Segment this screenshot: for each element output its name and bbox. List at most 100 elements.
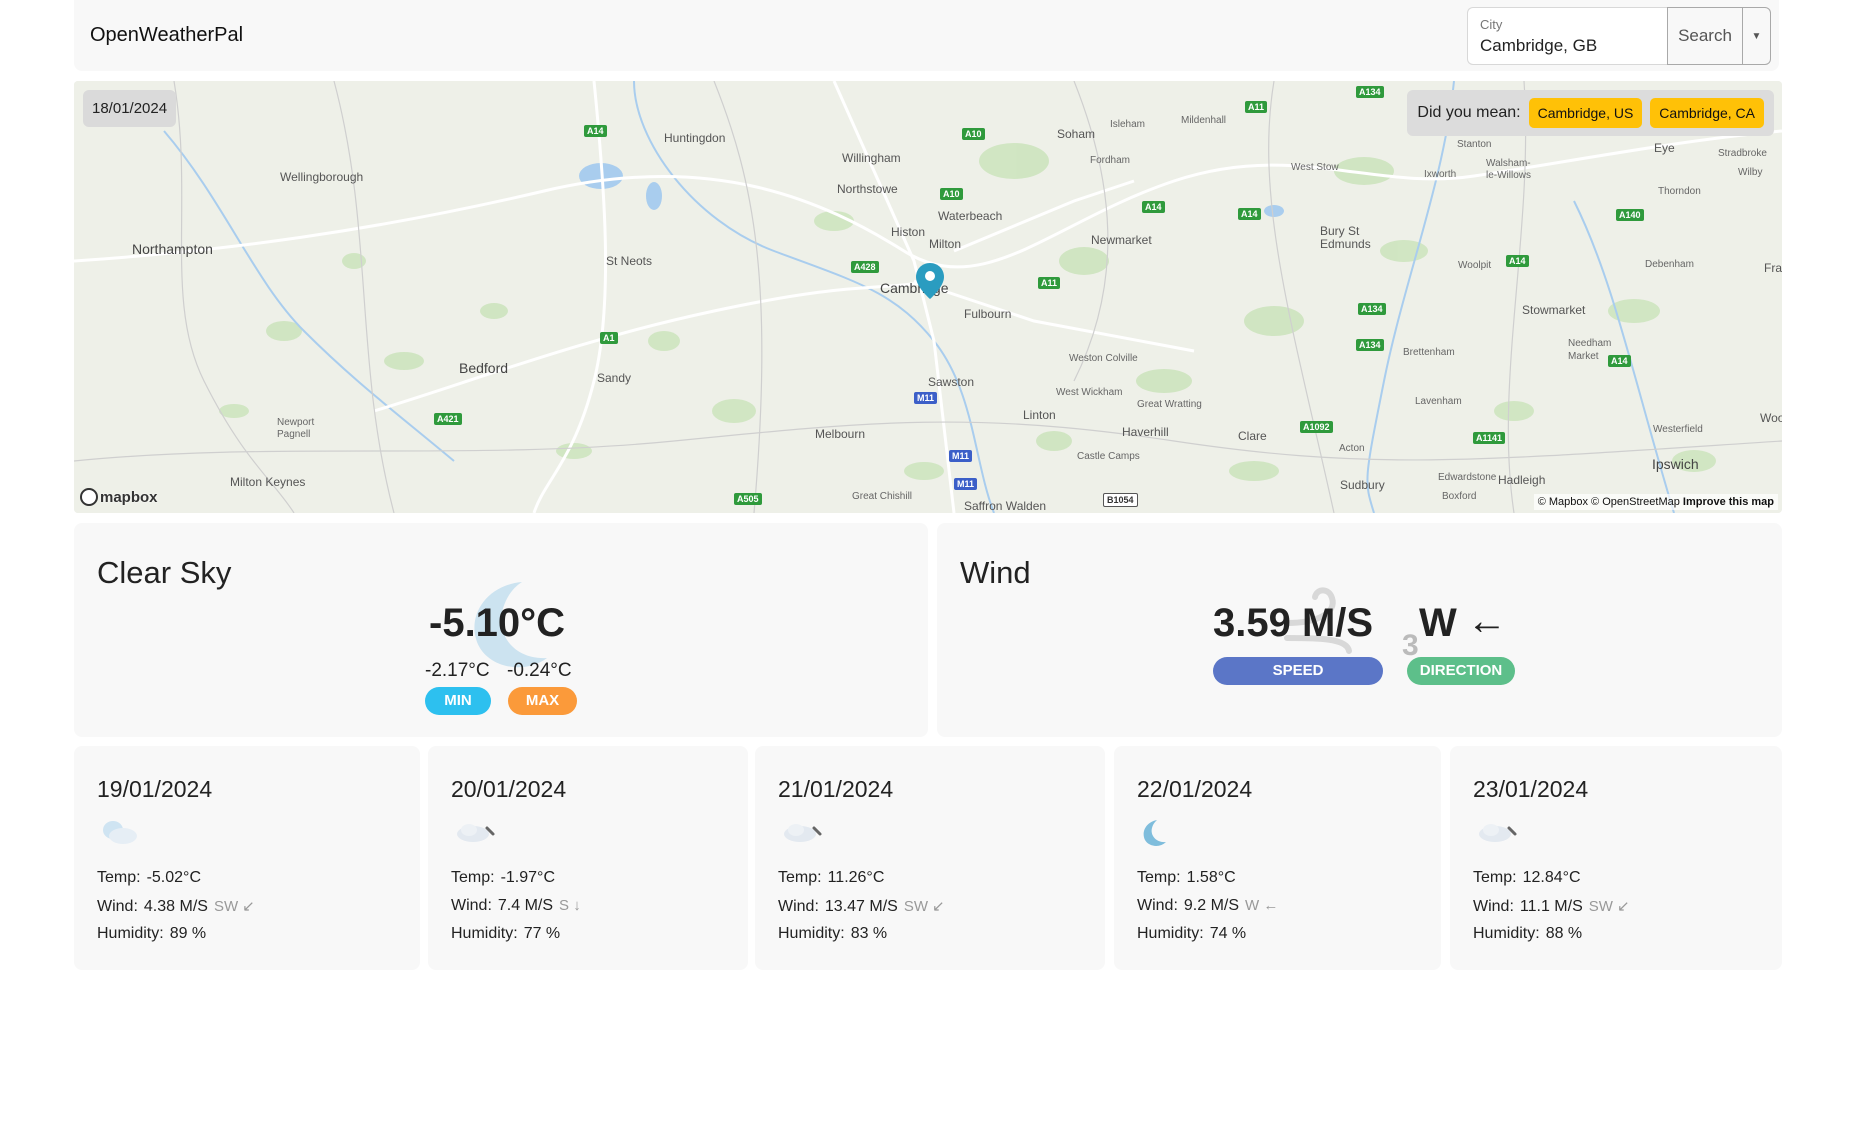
temp-value: -5.02°C <box>146 869 201 886</box>
forecast-date: 19/01/2024 <box>97 776 213 802</box>
forecast-wind-row: Wind: 13.47 M/S SW ↙ <box>778 897 945 916</box>
road-shield: A14 <box>584 125 607 137</box>
place-label: Soham <box>1057 127 1096 141</box>
search-dropdown-button[interactable]: ▼ <box>1743 7 1771 65</box>
temp-value: -1.97°C <box>500 869 555 886</box>
place-label: Wilby <box>1738 167 1763 178</box>
forecast-wind-row: Wind: 4.38 M/S SW ↙ <box>97 897 255 916</box>
temp-key: Temp: <box>451 869 495 886</box>
place-label: Edwardstone <box>1438 472 1497 483</box>
forecast-date: 22/01/2024 <box>1137 776 1253 802</box>
place-label: Waterbeach <box>938 209 1003 223</box>
place-label: Huntingdon <box>664 131 726 145</box>
map-view[interactable]: Northampton Wellingborough Huntingdon Wi… <box>74 81 1782 513</box>
forecast-card: 23/01/2024 Temp: 12.84°C Wind: 11.1 M/S SW … <box>1450 746 1782 970</box>
forecast-humidity-row: Humidity: 89 % <box>97 925 206 943</box>
suggestion-button[interactable]: Cambridge, CA <box>1650 98 1764 128</box>
road-shield: A134 <box>1356 86 1384 98</box>
weather-condition: Clear Sky <box>97 555 232 590</box>
place-label: Brettenham <box>1403 347 1455 358</box>
place-label: Woo <box>1760 411 1782 425</box>
road-shield: A14 <box>1608 355 1631 367</box>
humidity-value: 88 % <box>1545 925 1583 942</box>
cloud-rain-icon <box>457 824 495 842</box>
mapbox-logo[interactable]: mapbox <box>80 488 158 506</box>
road-shield: A134 <box>1358 303 1386 315</box>
wind-direction-label: SW ↙ <box>213 898 255 915</box>
place-label: Northampton <box>132 241 213 257</box>
road-shield: A11 <box>1245 101 1268 113</box>
forecast-wind-row: Wind: 7.4 M/S S ↓ <box>451 897 581 915</box>
attribution-text[interactable]: © Mapbox © OpenStreetMap <box>1538 496 1680 508</box>
humidity-key: Humidity: <box>451 925 518 942</box>
search-button[interactable]: Search <box>1667 7 1743 65</box>
place-label: Linton <box>1023 408 1056 422</box>
place-label: Fra <box>1764 261 1782 275</box>
temp-key: Temp: <box>97 869 141 886</box>
city-input[interactable]: City Cambridge, GB <box>1467 7 1667 65</box>
place-label: Sudbury <box>1340 478 1385 492</box>
place-label: Sandy <box>597 371 632 385</box>
place-label: Bury St Edmunds <box>1320 224 1371 251</box>
road-shield: M11 <box>949 450 973 462</box>
road-shield: A1092 <box>1300 421 1333 433</box>
forecast-date: 20/01/2024 <box>451 776 567 802</box>
road-shield: A421 <box>434 413 462 425</box>
wind-direction: W <box>1419 601 1457 645</box>
forecast-card: 20/01/2024 Temp: -1.97°C Wind: 7.4 M/S S ↓ … <box>428 746 748 970</box>
wind-value: 4.38 M/S <box>143 898 208 915</box>
humidity-value: 77 % <box>523 925 561 942</box>
suggestion-button[interactable]: Cambridge, US <box>1528 98 1643 128</box>
min-temp: -2.17°C <box>425 660 490 681</box>
place-label: Westerfield <box>1653 424 1703 435</box>
place-label: St Neots <box>606 254 653 268</box>
road-shield: M11 <box>954 478 978 490</box>
city-input-value[interactable]: Cambridge, GB <box>1480 36 1655 56</box>
moon-icon <box>1143 820 1166 846</box>
place-label: Great Chishill <box>852 491 913 502</box>
road-shield: A14 <box>1142 201 1165 213</box>
place-label: Ixworth <box>1424 169 1457 180</box>
place-label: Mildenhall <box>1181 115 1227 126</box>
mapbox-logo-icon <box>80 488 98 506</box>
forecast-temp-row: Temp: 12.84°C <box>1473 869 1581 887</box>
cloud-rain-icon <box>784 824 822 842</box>
place-label: Stradbroke <box>1718 148 1767 159</box>
cloud-icon <box>103 821 137 844</box>
did-you-mean-label: Did you mean: <box>1417 104 1521 121</box>
place-label: Great Wratting <box>1137 399 1202 410</box>
place-label: Haverhill <box>1122 425 1169 439</box>
city-search-group: City Cambridge, GB Search ▼ <box>1467 7 1771 65</box>
wind-value: 13.47 M/S <box>824 898 898 915</box>
place-label: Isleham <box>1110 119 1146 130</box>
wind-key: Wind: <box>778 898 819 915</box>
app-brand[interactable]: OpenWeatherPal <box>90 24 243 47</box>
road-shield: A134 <box>1356 339 1384 351</box>
temp-key: Temp: <box>778 869 822 886</box>
wind-key: Wind: <box>1137 897 1178 914</box>
place-label: Needham Market <box>1568 338 1612 362</box>
humidity-value: 74 % <box>1209 925 1247 942</box>
forecast-card: 19/01/2024 Temp: -5.02°C Wind: 4.38 M/S SW … <box>74 746 420 970</box>
wind-value: 11.1 M/S <box>1519 898 1583 915</box>
forecast-date: 23/01/2024 <box>1473 776 1589 802</box>
improve-map-link[interactable]: Improve this map <box>1683 496 1774 508</box>
wind-key: Wind: <box>451 897 492 914</box>
location-pin-icon[interactable] <box>916 263 944 299</box>
forecast-humidity-row: Humidity: 88 % <box>1473 925 1582 943</box>
road-shield: A10 <box>940 188 963 200</box>
road-shield: B1054 <box>1103 493 1138 507</box>
humidity-key: Humidity: <box>97 925 164 942</box>
place-label: Newport Pagnell <box>277 417 315 440</box>
road-shield: A14 <box>1238 208 1261 220</box>
place-label: Weston Colville <box>1069 353 1138 364</box>
place-label: Sawston <box>928 375 975 389</box>
wind-direction-label: SW ↙ <box>903 898 945 915</box>
road-shield: A140 <box>1616 209 1644 221</box>
place-label: Saffron Walden <box>964 499 1047 513</box>
temp-value: 11.26°C <box>827 869 885 886</box>
place-label: West Stow <box>1291 162 1339 173</box>
max-temp: -0.24°C <box>507 660 572 681</box>
road-shield: M11 <box>914 392 938 404</box>
road-shield: A1 <box>600 332 618 344</box>
